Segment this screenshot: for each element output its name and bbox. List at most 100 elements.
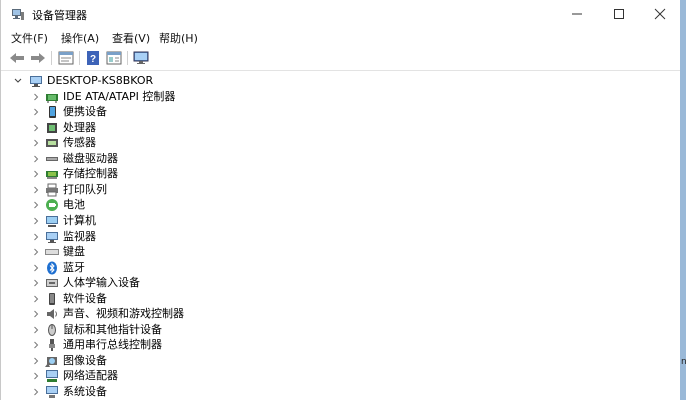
close-icon	[654, 8, 666, 20]
chevron-right-icon[interactable]	[31, 198, 41, 212]
storage-controller-icon	[46, 171, 58, 180]
chevron-right-icon[interactable]	[31, 183, 41, 197]
tree-item[interactable]: IDE ATA/ATAPI 控制器	[1, 89, 681, 105]
chevron-right-icon[interactable]	[31, 323, 41, 337]
chevron-right-icon[interactable]	[31, 385, 41, 399]
tree-item[interactable]: 监视器	[1, 229, 681, 245]
view-details-button[interactable]	[105, 50, 123, 66]
tree-item-label: 网络适配器	[63, 369, 118, 383]
view-details-icon	[106, 51, 122, 65]
battery-icon	[46, 199, 58, 212]
close-button[interactable]	[640, 0, 680, 28]
tree-item-label: 传感器	[63, 136, 96, 150]
menu-view[interactable]: 查看(V)	[112, 30, 150, 46]
background-text: n	[681, 357, 686, 367]
chevron-right-icon[interactable]	[31, 292, 41, 306]
chevron-right-icon[interactable]	[31, 167, 41, 181]
chevron-right-icon[interactable]	[31, 152, 41, 166]
chevron-right-icon[interactable]	[31, 354, 41, 368]
tree-item[interactable]: 网络适配器	[1, 368, 681, 384]
disk-drive-icon	[46, 156, 58, 161]
tree-item[interactable]: 打印队列	[1, 182, 681, 198]
chevron-right-icon[interactable]	[31, 261, 41, 275]
toolbar: ?	[1, 46, 681, 71]
tree-item[interactable]: 软件设备	[1, 291, 681, 307]
properties-button[interactable]	[57, 50, 75, 66]
device-manager-icon	[12, 9, 24, 20]
tree-item-label: IDE ATA/ATAPI 控制器	[63, 89, 176, 103]
tree-item-label: 系统设备	[63, 385, 107, 398]
chevron-right-icon[interactable]	[31, 276, 41, 290]
back-button[interactable]	[8, 50, 26, 66]
tree-item[interactable]: 图像设备	[1, 353, 681, 369]
maximize-button[interactable]	[599, 0, 639, 28]
menu-file[interactable]: 文件(F)	[11, 30, 48, 46]
help-icon: ?	[87, 51, 99, 65]
tree-item[interactable]: 声音、视频和游戏控制器	[1, 306, 681, 322]
toolbar-separator	[79, 51, 80, 65]
tree-item[interactable]: 蓝牙	[1, 260, 681, 276]
tree-item[interactable]: 处理器	[1, 120, 681, 136]
tree-item-label: 鼠标和其他指针设备	[63, 322, 162, 336]
chevron-right-icon[interactable]	[31, 121, 41, 135]
window-title: 设备管理器	[32, 9, 87, 22]
tree-item[interactable]: 计算机	[1, 213, 681, 229]
scan-hardware-button[interactable]	[132, 50, 150, 66]
tree-item-label: 图像设备	[63, 353, 107, 367]
title-bar: 设备管理器	[1, 0, 681, 28]
tree-item-label: 打印队列	[63, 182, 107, 196]
tree-item-label: 声音、视频和游戏控制器	[63, 307, 184, 321]
tree-item[interactable]: 传感器	[1, 135, 681, 151]
chevron-right-icon[interactable]	[31, 136, 41, 150]
keyboard-icon	[45, 249, 59, 256]
menu-action[interactable]: 操作(A)	[61, 30, 99, 46]
svg-text:?: ?	[90, 54, 96, 65]
mouse-icon	[48, 323, 56, 336]
toolbar-separator	[51, 51, 52, 65]
device-manager-window: 设备管理器 文件(F) 操作(A) 查看(V) 帮助(H) ? DESKTOP-…	[0, 0, 681, 400]
camera-icon	[45, 356, 57, 367]
chevron-right-icon[interactable]	[31, 245, 41, 259]
software-device-icon	[49, 292, 55, 305]
tree-item[interactable]: 通用串行总线控制器	[1, 337, 681, 353]
monitor-icon	[133, 51, 149, 64]
sensor-icon	[46, 139, 58, 148]
tree-root-computer[interactable]: DESKTOP-KS8BKOR	[1, 73, 681, 89]
tree-item[interactable]: 磁盘驱动器	[1, 151, 681, 167]
chevron-right-icon[interactable]	[31, 338, 41, 352]
help-button[interactable]: ?	[84, 50, 102, 66]
back-arrow-icon	[10, 53, 24, 63]
tree-item[interactable]: 电池	[1, 197, 681, 213]
usb-icon	[49, 339, 55, 352]
chevron-right-icon[interactable]	[31, 214, 41, 228]
menu-help[interactable]: 帮助(H)	[159, 30, 198, 46]
chevron-right-icon[interactable]	[31, 307, 41, 321]
system-device-icon	[46, 386, 58, 398]
chevron-right-icon[interactable]	[31, 369, 41, 383]
tree-item-label: 处理器	[63, 120, 96, 134]
chevron-down-icon[interactable]	[13, 74, 23, 88]
computer-root-icon	[30, 76, 42, 87]
tree-item[interactable]: 人体学输入设备	[1, 275, 681, 291]
tree-item[interactable]: 系统设备	[1, 384, 681, 400]
network-adapter-icon	[46, 370, 58, 383]
tree-item-label: 便携设备	[63, 105, 107, 119]
forward-button[interactable]	[29, 50, 47, 66]
background-window-edge: n	[680, 0, 686, 400]
tree-item-label: 通用串行总线控制器	[63, 338, 162, 352]
tree-item[interactable]: 键盘	[1, 244, 681, 260]
tree-item-label: 监视器	[63, 229, 96, 243]
tree-item-label: DESKTOP-KS8BKOR	[47, 74, 154, 87]
printer-icon	[46, 183, 58, 197]
tree-item-label: 磁盘驱动器	[63, 151, 118, 165]
tree-item[interactable]: 存储控制器	[1, 166, 681, 182]
minimize-button[interactable]	[557, 0, 597, 28]
chevron-right-icon[interactable]	[31, 105, 41, 119]
chevron-right-icon[interactable]	[31, 230, 41, 244]
tree-item-label: 存储控制器	[63, 167, 118, 181]
tree-item[interactable]: 便携设备	[1, 104, 681, 120]
tree-item[interactable]: 鼠标和其他指针设备	[1, 322, 681, 338]
computer-icon	[46, 215, 58, 227]
sound-icon	[47, 309, 57, 320]
chevron-right-icon[interactable]	[31, 90, 41, 104]
